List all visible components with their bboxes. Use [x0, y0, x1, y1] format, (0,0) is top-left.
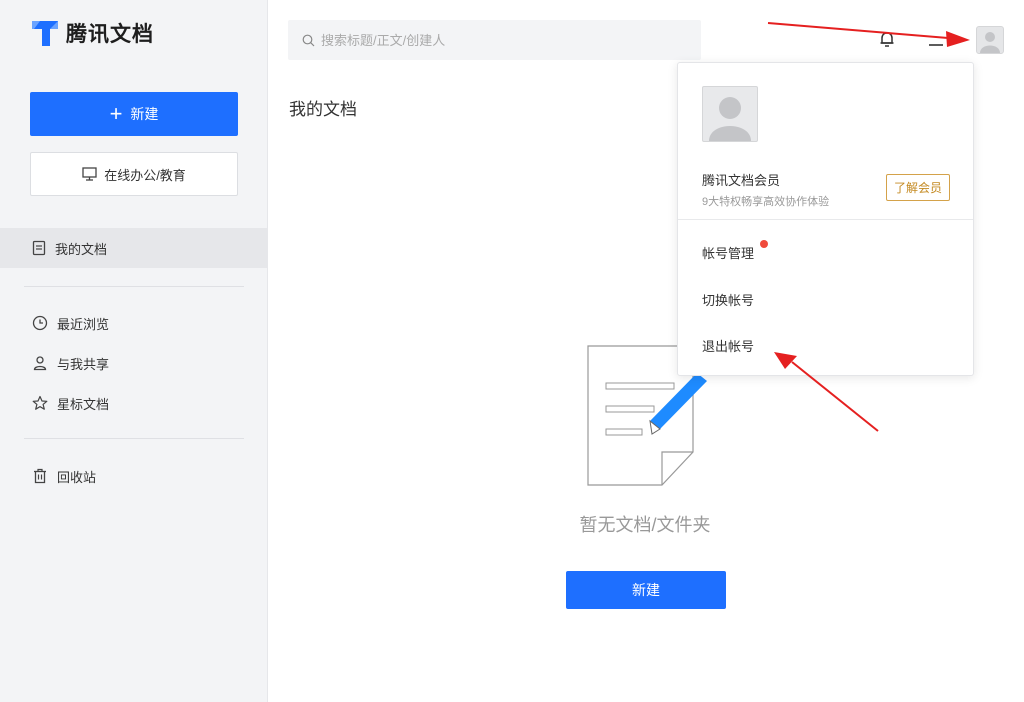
- sidebar-item-recent[interactable]: 最近浏览: [0, 303, 267, 343]
- sidebar-item-label: 与我共享: [57, 356, 110, 372]
- sidebar-item-label: 我的文档: [55, 241, 108, 257]
- account-dropdown: 腾讯文档会员 9大特权畅享高效协作体验 了解会员 帐号管理 切换帐号 退出帐号: [677, 62, 974, 376]
- user-avatar[interactable]: [976, 26, 1004, 54]
- sidebar-item-label: 星标文档: [57, 396, 110, 412]
- monitor-icon: [82, 167, 97, 181]
- sidebar-item-label: 最近浏览: [57, 316, 110, 332]
- new-document-button[interactable]: + 新建: [30, 92, 238, 136]
- person-icon: [33, 356, 47, 371]
- bell-icon[interactable]: [878, 30, 896, 48]
- create-button[interactable]: 新建: [566, 571, 726, 609]
- star-icon: [32, 395, 48, 410]
- search-box[interactable]: [288, 20, 701, 60]
- page-title: 我的文档: [289, 100, 357, 119]
- menu-item-account-management[interactable]: 帐号管理: [702, 243, 754, 262]
- app-logo[interactable]: 腾讯文档: [30, 18, 154, 48]
- menu-item-logout[interactable]: 退出帐号: [702, 336, 754, 355]
- plus-icon: +: [109, 101, 123, 126]
- notification-dot: [760, 240, 768, 248]
- sidebar: 腾讯文档 + 新建 在线办公/教育 我的文档 最近浏览 与我共享 星标文档 回收…: [0, 0, 268, 702]
- new-button-label: 新建: [130, 106, 159, 122]
- sidebar-item-starred[interactable]: 星标文档: [0, 383, 267, 423]
- member-title: 腾讯文档会员: [702, 173, 781, 188]
- document-icon: [32, 240, 46, 256]
- trash-icon: [34, 468, 46, 484]
- tencent-docs-logo-icon: [32, 21, 58, 46]
- sidebar-item-label: 回收站: [57, 469, 97, 485]
- online-office-button[interactable]: 在线办公/教育: [30, 152, 238, 196]
- sidebar-divider: [24, 286, 244, 287]
- search-input[interactable]: [321, 32, 681, 48]
- menu-icon[interactable]: [928, 36, 944, 46]
- sidebar-item-my-docs[interactable]: 我的文档: [0, 228, 267, 268]
- sidebar-item-shared[interactable]: 与我共享: [0, 343, 267, 383]
- dropdown-divider: [678, 219, 973, 220]
- sidebar-divider: [24, 438, 244, 439]
- clock-icon: [32, 315, 48, 331]
- default-avatar-icon: [980, 32, 1000, 53]
- menu-item-switch-account[interactable]: 切换帐号: [702, 290, 754, 309]
- dropdown-avatar: [702, 86, 758, 142]
- empty-state-text: 暂无文档/文件夹: [579, 515, 711, 535]
- search-icon: [302, 34, 315, 46]
- app-name: 腾讯文档: [66, 23, 154, 46]
- office-button-label: 在线办公/教育: [104, 167, 186, 183]
- member-subtitle: 9大特权畅享高效协作体验: [702, 196, 830, 208]
- default-avatar-icon: [709, 97, 751, 141]
- sidebar-item-trash[interactable]: 回收站: [0, 456, 267, 496]
- learn-membership-button[interactable]: 了解会员: [886, 174, 950, 201]
